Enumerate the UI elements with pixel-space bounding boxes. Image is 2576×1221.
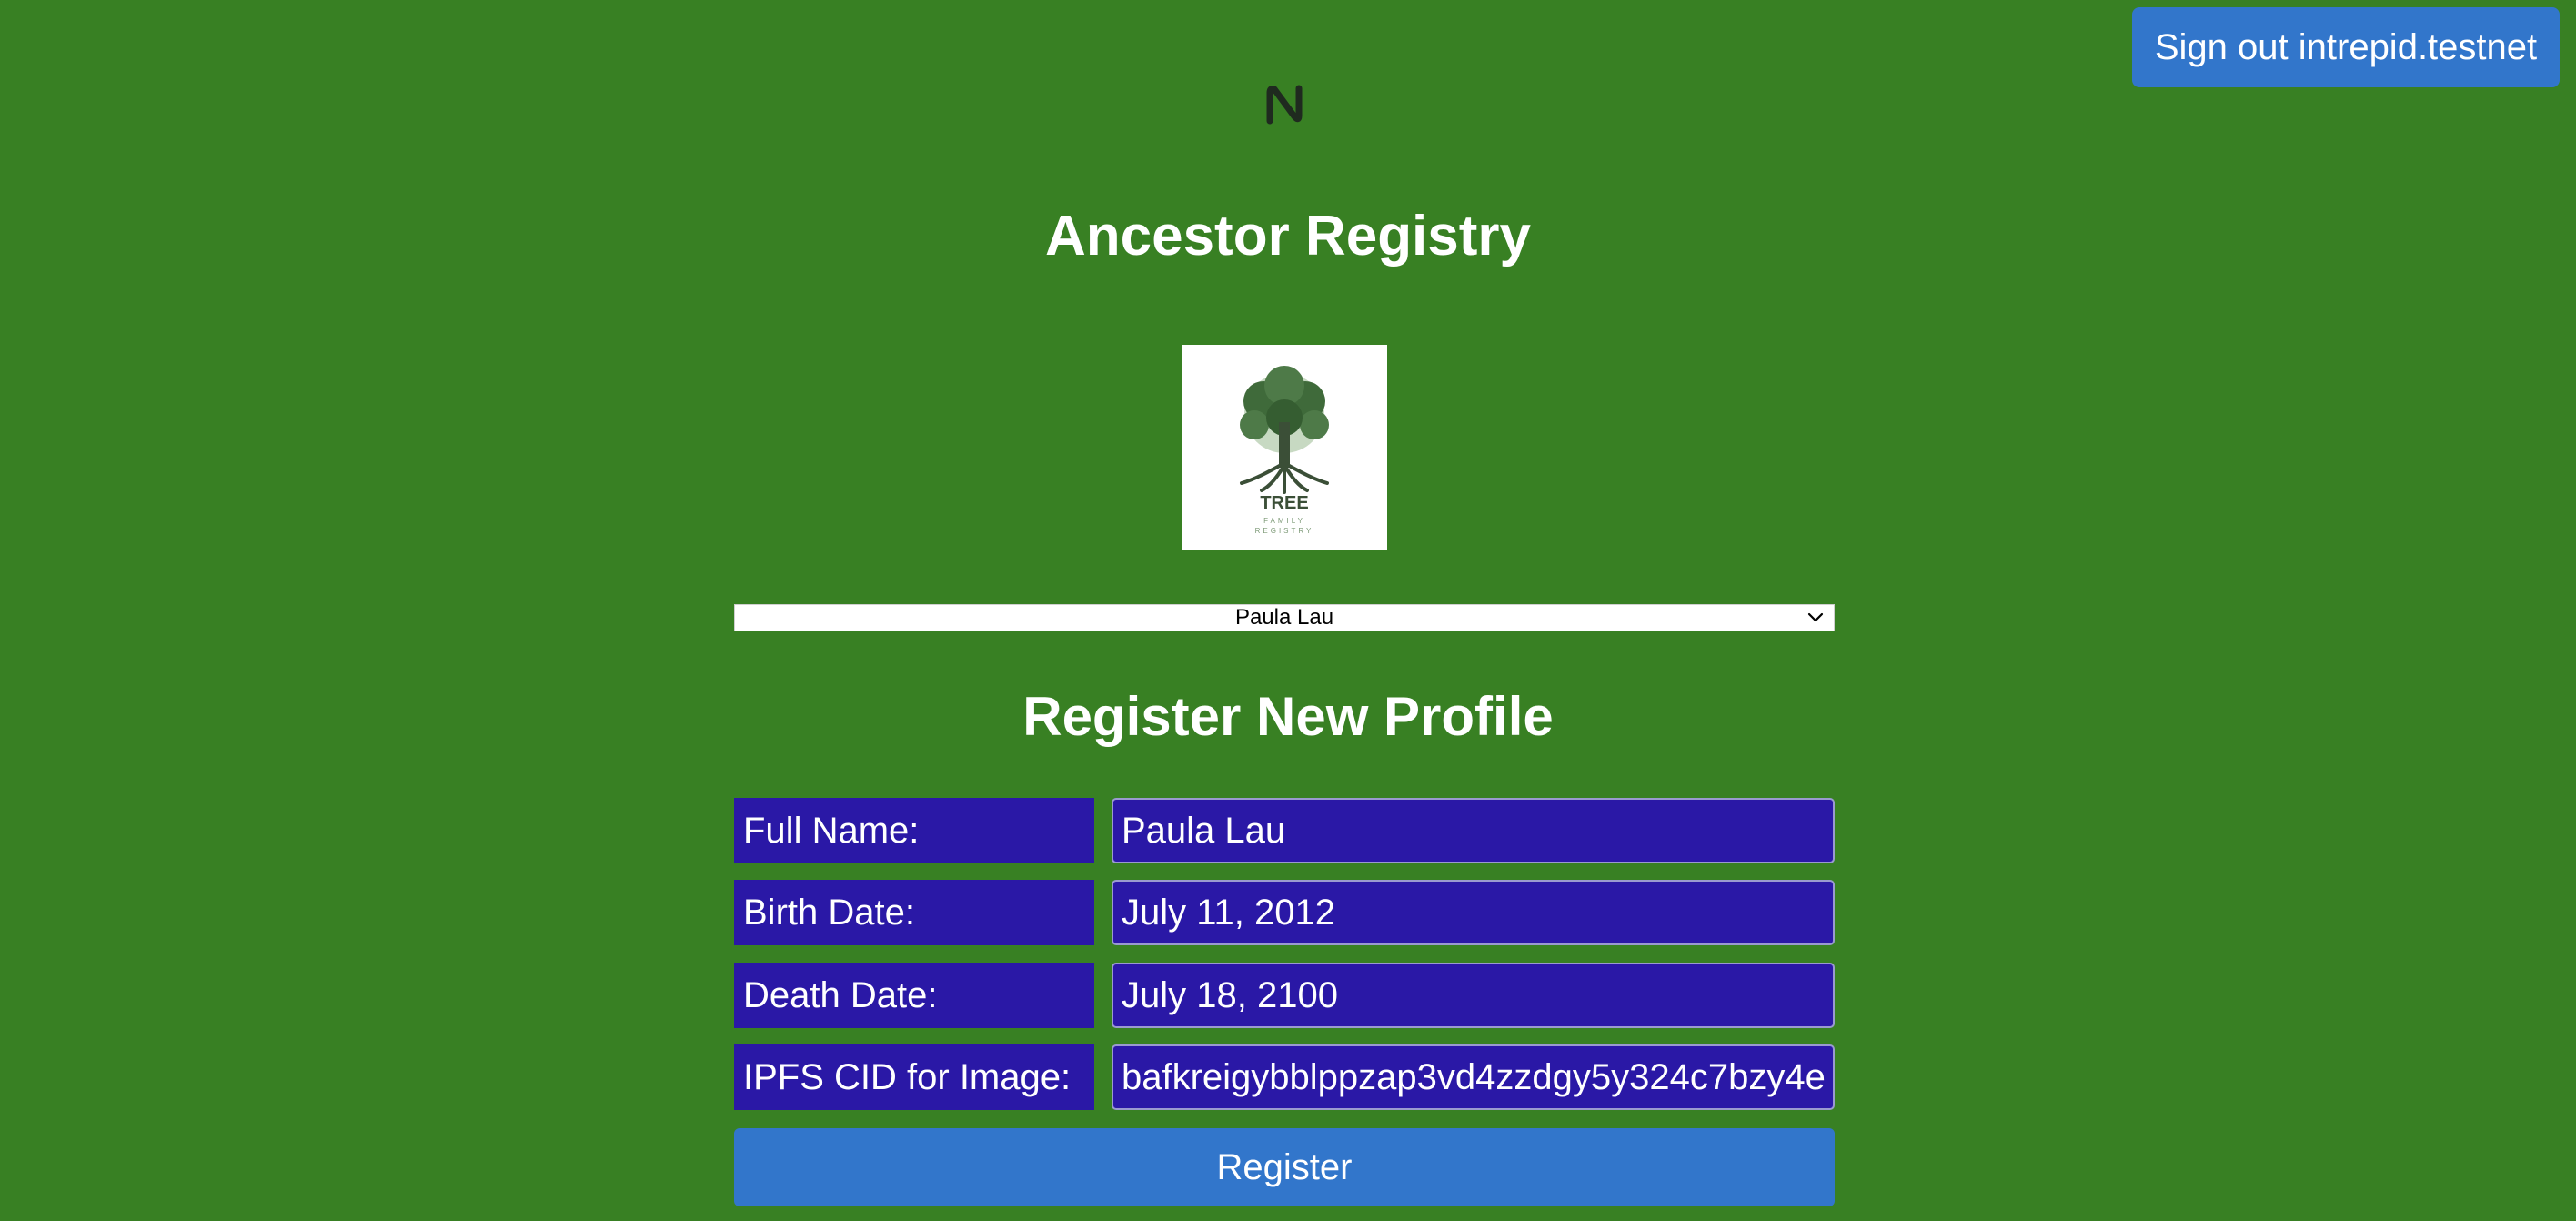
- ipfs-cid-label: IPFS CID for Image:: [734, 1044, 1094, 1110]
- profile-select[interactable]: Paula Lau: [734, 604, 1835, 631]
- tree-logo-subtext: FAMILY: [1263, 517, 1305, 525]
- tree-logo-subtext: REGISTRY: [1255, 527, 1314, 535]
- birth-date-input[interactable]: [1112, 880, 1835, 945]
- birth-date-label: Birth Date:: [734, 880, 1094, 945]
- full-name-input[interactable]: [1112, 798, 1835, 863]
- sign-out-button[interactable]: Sign out intrepid.testnet: [2132, 7, 2560, 87]
- tree-logo-text: TREE: [1260, 493, 1308, 513]
- tree-logo-icon: [1240, 366, 1329, 494]
- ipfs-cid-row: IPFS CID for Image:: [734, 1044, 1835, 1110]
- birth-date-row: Birth Date:: [734, 880, 1835, 945]
- full-name-label: Full Name:: [734, 798, 1094, 863]
- ipfs-cid-input[interactable]: [1112, 1044, 1835, 1110]
- app-title: Ancestor Registry: [1044, 205, 1532, 267]
- death-date-input[interactable]: [1112, 963, 1835, 1028]
- death-date-label: Death Date:: [734, 963, 1094, 1028]
- full-name-row: Full Name:: [734, 798, 1835, 863]
- near-logo-icon: [1262, 82, 1307, 127]
- death-date-row: Death Date:: [734, 963, 1835, 1028]
- form-title: Register New Profile: [1022, 686, 1554, 747]
- register-button[interactable]: Register: [734, 1128, 1835, 1206]
- tree-logo-image: TREE FAMILY REGISTRY: [1182, 345, 1387, 550]
- profile-select-value: Paula Lau: [1234, 605, 1334, 630]
- chevron-down-icon: [1807, 612, 1824, 622]
